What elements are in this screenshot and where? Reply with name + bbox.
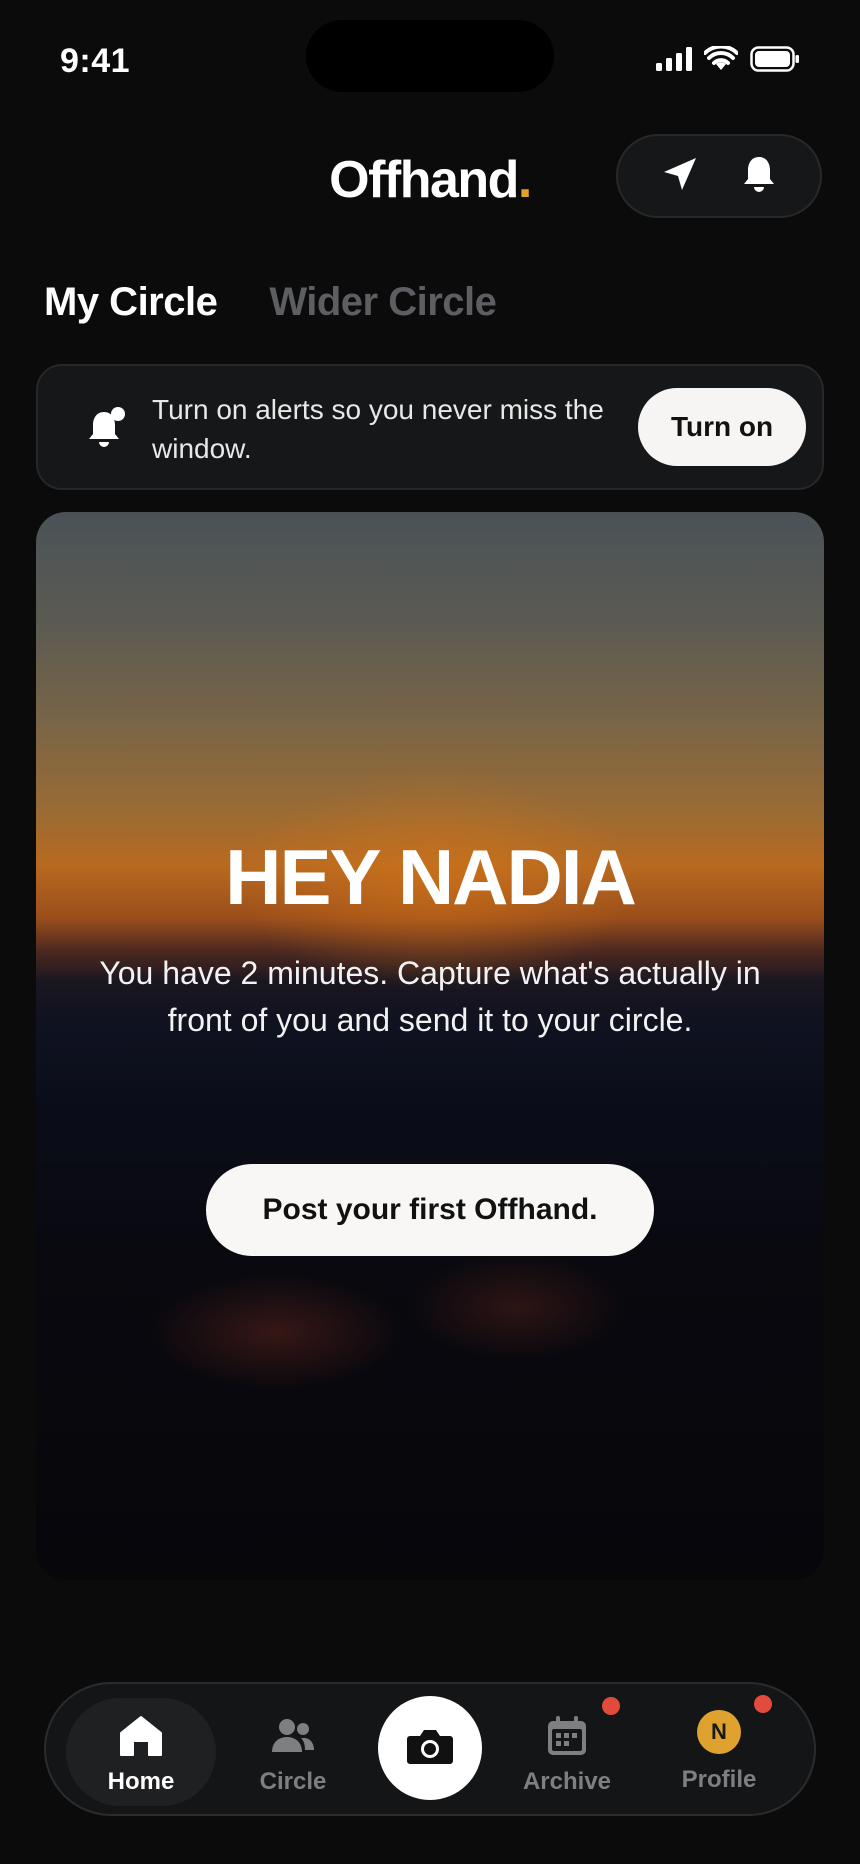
turn-on-alerts-button[interactable]: Turn on xyxy=(638,388,806,466)
nav-label-circle: Circle xyxy=(259,1768,327,1795)
hero-card: HEY NADIA You have 2 minutes. Capture wh… xyxy=(36,512,824,1580)
tab-my-circle[interactable]: My Circle xyxy=(44,280,218,325)
brand-name: Offhand xyxy=(329,151,519,209)
home-icon xyxy=(117,1712,165,1760)
hero-light-blur xyxy=(146,1272,406,1392)
nav-item-circle[interactable]: Circle xyxy=(218,1698,368,1806)
alert-message: Turn on alerts so you never miss the win… xyxy=(152,394,604,464)
hero-light-blur xyxy=(406,1252,626,1362)
profile-avatar-initial: N xyxy=(697,1710,741,1754)
nav-label-archive: Archive xyxy=(522,1768,612,1795)
alerts-banner: Turn on alerts so you never miss the win… xyxy=(36,364,824,490)
status-icons xyxy=(656,46,800,72)
hero-greeting: HEY NADIA xyxy=(225,833,637,921)
people-icon xyxy=(269,1712,317,1760)
bell-alert-icon xyxy=(78,402,134,458)
nav-item-profile[interactable]: N Profile xyxy=(644,1695,794,1806)
avatar: N xyxy=(695,1708,743,1756)
brand-dot: . xyxy=(517,151,532,209)
location-arrow-icon xyxy=(660,154,700,199)
wifi-icon xyxy=(704,46,738,72)
location-button[interactable] xyxy=(650,146,710,206)
nav-label-home: Home xyxy=(107,1768,175,1795)
post-first-offhand-button[interactable]: Post your first Offhand. xyxy=(206,1164,654,1256)
circle-tabs: My Circle Wider Circle xyxy=(44,280,497,325)
status-bar: 9:41 xyxy=(0,0,860,120)
battery-icon xyxy=(750,46,800,72)
status-time: 9:41 xyxy=(60,42,131,80)
calendar-icon xyxy=(543,1712,591,1760)
dynamic-island xyxy=(306,20,554,92)
bottom-nav: Home Circle Archive N Profile xyxy=(44,1682,816,1816)
header-actions xyxy=(616,134,822,218)
nav-label-profile: Profile xyxy=(681,1766,757,1793)
hero-description: You have 2 minutes. Capture what's actua… xyxy=(99,955,761,1038)
notifications-button[interactable] xyxy=(729,146,789,206)
camera-capture-button[interactable] xyxy=(378,1696,482,1800)
camera-icon xyxy=(406,1726,454,1771)
profile-notification-badge xyxy=(754,1695,772,1713)
bell-icon xyxy=(741,154,777,199)
tab-wider-circle[interactable]: Wider Circle xyxy=(269,280,497,325)
nav-item-home[interactable]: Home xyxy=(66,1698,216,1806)
nav-item-archive[interactable]: Archive xyxy=(492,1697,642,1806)
archive-notification-badge xyxy=(602,1697,620,1715)
cellular-signal-icon xyxy=(656,47,692,71)
